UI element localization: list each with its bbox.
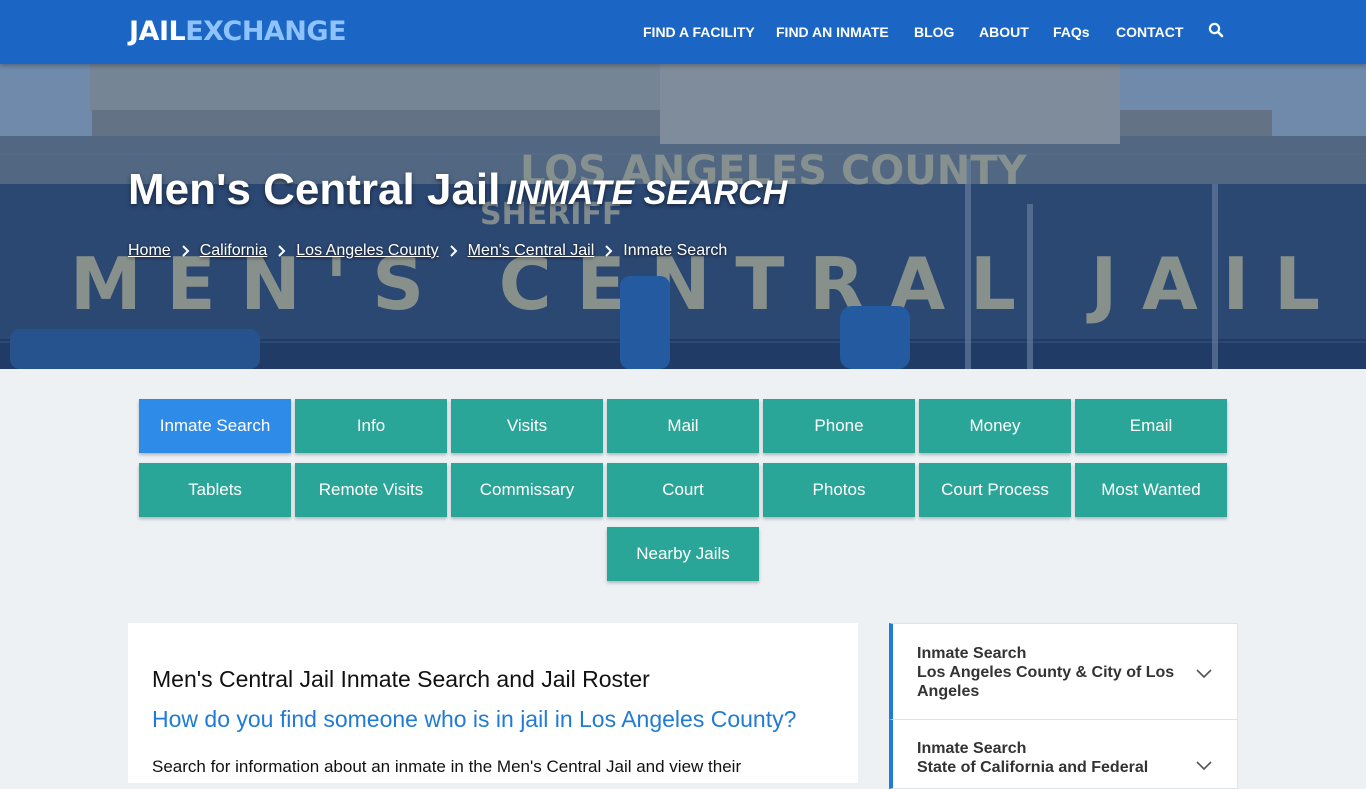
breadcrumb-home[interactable]: Home: [128, 242, 171, 260]
sidebar: Inmate Search Los Angeles County & City …: [889, 623, 1238, 789]
top-navbar: JAILEXCHANGE FIND A FACILITY FIND AN INM…: [0, 0, 1366, 64]
btn-tablets[interactable]: Tablets: [139, 463, 291, 517]
breadcrumb-los-angeles-county[interactable]: Los Angeles County: [296, 242, 438, 260]
logo-text-jail: JAIL: [129, 16, 186, 47]
accordion-item-county[interactable]: Inmate Search Los Angeles County & City …: [889, 623, 1238, 720]
btn-email[interactable]: Email: [1075, 399, 1227, 453]
breadcrumb-current: Inmate Search: [623, 242, 728, 259]
breadcrumb: Home California Los Angeles County Men's…: [128, 242, 727, 260]
nav-find-inmate[interactable]: FIND AN INMATE: [776, 23, 889, 41]
btn-money[interactable]: Money: [919, 399, 1071, 453]
btn-court-process[interactable]: Court Process: [919, 463, 1071, 517]
btn-mail[interactable]: Mail: [607, 399, 759, 453]
breadcrumb-california[interactable]: California: [200, 242, 268, 260]
main-content-card: Men's Central Jail Inmate Search and Jai…: [128, 623, 858, 783]
btn-inmate-search[interactable]: Inmate Search: [139, 399, 291, 453]
accordion-subtitle: Los Angeles County & City of Los Angeles: [917, 664, 1175, 700]
btn-visits[interactable]: Visits: [451, 399, 603, 453]
nav-about[interactable]: ABOUT: [979, 23, 1029, 41]
logo-text-exchange: EXCHANGE: [185, 16, 347, 47]
btn-remote-visits[interactable]: Remote Visits: [295, 463, 447, 517]
accordion-item-state[interactable]: Inmate Search State of California and Fe…: [889, 719, 1238, 789]
btn-phone[interactable]: Phone: [763, 399, 915, 453]
site-logo[interactable]: JAILEXCHANGE: [129, 16, 347, 48]
chevron-down-icon: [1195, 666, 1213, 679]
nav-faqs[interactable]: FAQs: [1053, 23, 1090, 41]
btn-photos[interactable]: Photos: [763, 463, 915, 517]
chevron-down-icon: [1195, 758, 1213, 771]
btn-nearby-jails[interactable]: Nearby Jails: [607, 527, 759, 581]
intro-paragraph: Search for information about an inmate i…: [152, 757, 742, 776]
btn-commissary[interactable]: Commissary: [451, 463, 603, 517]
nav-blog[interactable]: BLOG: [914, 23, 954, 41]
accordion-title: Inmate Search: [917, 645, 1027, 662]
btn-most-wanted[interactable]: Most Wanted: [1075, 463, 1227, 517]
section-question: How do you find someone who is in jail i…: [152, 706, 797, 732]
chevron-right-icon: [603, 243, 615, 259]
page-title-facility: Men's Central Jail: [128, 165, 501, 214]
chevron-right-icon: [180, 243, 192, 259]
btn-court[interactable]: Court: [607, 463, 759, 517]
nav-find-facility[interactable]: FIND A FACILITY: [643, 23, 755, 41]
section-heading: Men's Central Jail Inmate Search and Jai…: [152, 666, 650, 692]
page-title: Men's Central Jail INMATE SEARCH: [128, 165, 787, 218]
hero-banner: LOS ANGELES COUNTY SHERIFF MEN'S CENTRAL…: [0, 64, 1366, 369]
breadcrumb-mens-central-jail[interactable]: Men's Central Jail: [468, 242, 595, 260]
page-title-subtitle: INMATE SEARCH: [506, 174, 788, 212]
chevron-right-icon: [448, 243, 460, 259]
accordion-title: Inmate Search: [917, 740, 1027, 757]
search-icon[interactable]: [1208, 22, 1226, 40]
chevron-right-icon: [276, 243, 288, 259]
nav-contact[interactable]: CONTACT: [1116, 23, 1183, 41]
btn-info[interactable]: Info: [295, 399, 447, 453]
